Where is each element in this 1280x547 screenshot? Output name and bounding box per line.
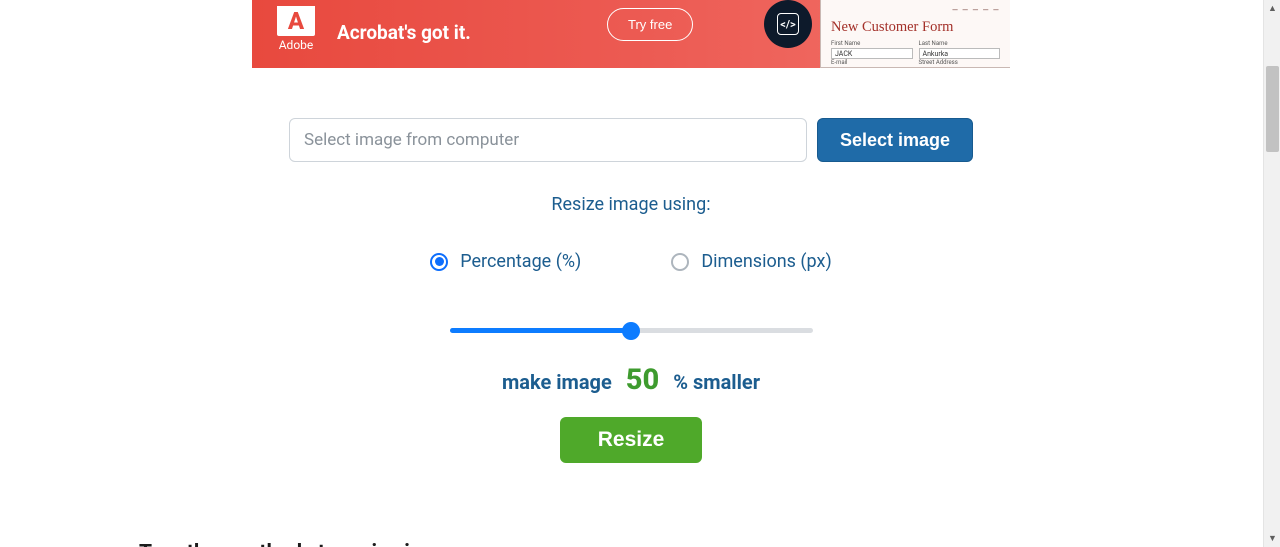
adobe-logo: A Adobe — [277, 6, 315, 52]
scroll-thumb[interactable] — [1266, 66, 1279, 152]
ad-form-first-value: JACK — [831, 48, 913, 59]
try-free-button[interactable]: Try free — [607, 8, 693, 41]
scroll-track[interactable] — [1264, 17, 1280, 530]
ad-tagline: Acrobat's got it. — [337, 21, 471, 44]
code-icon: </> — [777, 13, 799, 35]
radio-percentage-label: Percentage (%) — [460, 251, 581, 272]
ad-form-label-last: Last Name — [919, 40, 1001, 47]
scroll-up-arrow-icon[interactable]: ▲ — [1264, 0, 1280, 17]
file-select-row: Select image from computer Select image — [251, 118, 1011, 162]
percentage-value: 50 — [626, 363, 659, 397]
other-methods-section: Try other methods to resize images — [131, 541, 1131, 547]
ad-form-title: New Customer Form — [831, 19, 1000, 36]
other-methods-heading: Try other methods to resize images — [139, 541, 1123, 547]
ad-form-nav: — — — — — — [831, 6, 1000, 15]
make-image-prefix: make image — [502, 370, 612, 394]
ad-form-preview: — — — — — New Customer Form First Name L… — [820, 0, 1010, 68]
radio-icon-checked — [430, 253, 448, 271]
radio-percentage[interactable]: Percentage (%) — [430, 251, 581, 272]
resize-button[interactable]: Resize — [560, 417, 703, 463]
vertical-scrollbar[interactable]: ▲ ▼ — [1263, 0, 1280, 547]
adobe-brand-text: Adobe — [279, 38, 314, 52]
ad-banner[interactable]: A Adobe Acrobat's got it. Try free </> —… — [252, 0, 1010, 68]
ad-form-label-first: First Name — [831, 40, 913, 47]
resize-using-label: Resize image using: — [251, 194, 1011, 215]
radio-dimensions-label: Dimensions (px) — [701, 251, 831, 272]
ad-form-label-email: E-mail — [831, 59, 913, 66]
ad-form-last-value: Ankurka — [919, 48, 1001, 59]
code-icon-circle: </> — [764, 0, 812, 48]
ad-form-label-addr: Street Address — [919, 59, 1001, 66]
slider-track — [450, 328, 813, 333]
radio-icon-unchecked — [671, 253, 689, 271]
make-image-row: make image 50 % smaller — [251, 363, 1011, 397]
resize-mode-radio-group: Percentage (%) Dimensions (px) — [251, 251, 1011, 272]
radio-dimensions[interactable]: Dimensions (px) — [671, 251, 831, 272]
slider-thumb[interactable] — [622, 322, 640, 340]
radio-dot-icon — [435, 257, 444, 266]
slider-fill — [450, 328, 632, 333]
select-image-button[interactable]: Select image — [817, 118, 973, 162]
adobe-logo-icon: A — [277, 6, 315, 36]
percentage-slider[interactable] — [450, 328, 813, 333]
scroll-down-arrow-icon[interactable]: ▼ — [1264, 530, 1280, 547]
resize-tool: Select image from computer Select image … — [251, 118, 1011, 463]
file-input[interactable]: Select image from computer — [289, 118, 807, 162]
percentage-suffix: % smaller — [673, 370, 760, 394]
ad-brand-block: A Adobe Acrobat's got it. — [252, 0, 471, 52]
